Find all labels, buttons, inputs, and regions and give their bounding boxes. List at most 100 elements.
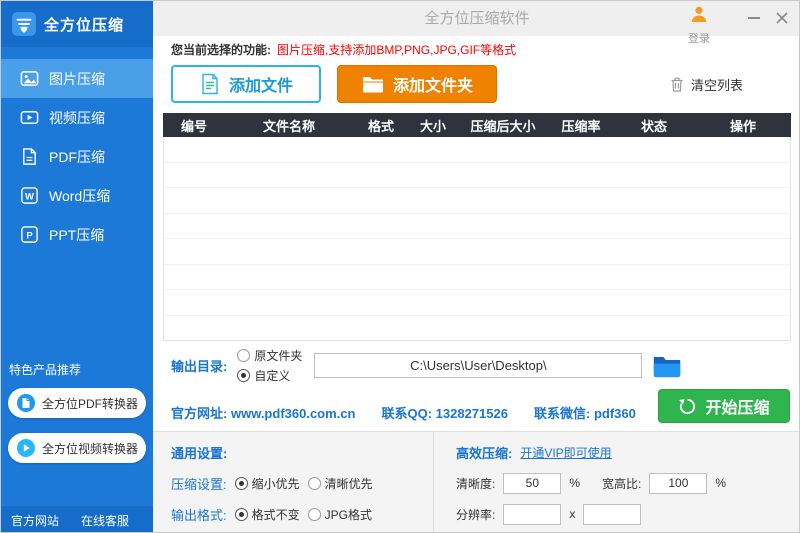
footer-link-online-service[interactable]: 在线客服 (81, 512, 129, 529)
svg-text:P: P (26, 230, 33, 241)
app-logo: 全方位压缩 (1, 1, 153, 47)
table-header: 状态 (640, 118, 667, 134)
add-file-button[interactable]: 添加文件 (171, 65, 321, 103)
table-header: 编号 (180, 118, 207, 134)
vip-link[interactable]: 开通VIP即可使用 (520, 444, 611, 461)
radio-format-unchanged[interactable]: 格式不变 (234, 506, 300, 523)
minimize-icon (748, 17, 760, 19)
radio-custom-folder-label: 自定义 (254, 369, 291, 383)
radio-size-first-label: 缩小优先 (251, 476, 300, 491)
sidebar-menu: 图片压缩 视频压缩 PDF压缩 W Word压缩 P PPT压缩 (1, 59, 153, 254)
radio-clarity-first-circle (307, 476, 321, 490)
login-button[interactable]: 登录 (677, 4, 721, 46)
table-header: 格式 (367, 118, 394, 134)
clarity-label: 清晰度: (456, 476, 496, 491)
clarity-input[interactable] (503, 472, 562, 494)
main-area: 全方位压缩软件 登录 您当前选择的功能: 图片压缩,支持添加BMP,PNG,JP… (153, 1, 799, 532)
radio-custom-folder[interactable]: 自定义 (237, 367, 302, 384)
table-header: 大小 (419, 118, 446, 134)
notice-bar: 您当前选择的功能: 图片压缩,支持添加BMP,PNG,JPG,GIF等格式 (171, 41, 516, 58)
product-video-converter-button[interactable]: 全方位视频转换器 (8, 433, 146, 463)
table-header-row: 编号 文件名称 格式 大小 压缩后大小 压缩率 状态 操作 (163, 113, 791, 137)
refresh-icon (678, 397, 697, 416)
table-header: 压缩后大小 (470, 118, 536, 134)
trash-icon (669, 76, 685, 93)
start-compress-button[interactable]: 开始压缩 (658, 389, 790, 423)
aspect-ratio-label: 宽高比: (602, 476, 642, 491)
resolution-x-separator: x (569, 507, 576, 521)
table-row (164, 239, 790, 265)
user-avatar-icon (689, 6, 709, 28)
output-format-label: 输出格式: (171, 507, 227, 523)
minimize-button[interactable] (743, 7, 765, 29)
table-row (164, 316, 790, 342)
general-settings-title: 通用设置: (171, 445, 228, 461)
radio-original-folder-circle (237, 349, 251, 362)
clarity-percent: % (569, 476, 581, 490)
radio-original-folder[interactable]: 原文件夹 (237, 347, 302, 364)
radio-clarity-first-label: 清晰优先 (324, 476, 373, 491)
table-row (164, 188, 790, 214)
radio-jpg-format-circle (307, 507, 321, 521)
close-button[interactable] (771, 7, 793, 29)
table-row (164, 214, 790, 239)
aspect-ratio-input[interactable] (649, 472, 708, 494)
table-row (164, 163, 790, 188)
titlebar: 全方位压缩软件 登录 (153, 1, 799, 45)
radio-format-unchanged-circle (234, 507, 248, 521)
contact-qq: 联系QQ: 1328271526 (381, 406, 508, 421)
app-logo-icon (11, 11, 37, 37)
resolution-height-input[interactable] (583, 503, 642, 525)
featured-title: 特色产品推荐 (9, 363, 82, 377)
sidebar-footer: 官方网站 在线客服 (1, 506, 153, 532)
product-pdf-converter-button[interactable]: 全方位PDF转换器 (8, 388, 146, 418)
browse-folder-icon[interactable] (652, 354, 682, 378)
table-row (164, 290, 790, 316)
radio-format-unchanged-label: 格式不变 (251, 507, 300, 522)
video-converter-icon (16, 438, 36, 458)
footer-link-official-site[interactable]: 官方网站 (11, 512, 59, 529)
sidebar-item-video-compress[interactable]: 视频压缩 (1, 98, 153, 137)
radio-clarity-first[interactable]: 清晰优先 (307, 475, 373, 492)
clear-list-button[interactable]: 清空列表 (669, 75, 743, 94)
table-body (163, 137, 791, 341)
efficient-settings: 高效压缩: 开通VIP即可使用 清晰度: % 宽高比: % 分辨率: x (434, 432, 799, 532)
table-header: 文件名称 (262, 118, 315, 134)
product-label: 全方位视频转换器 (42, 441, 139, 456)
sidebar-item-ppt-compress[interactable]: P PPT压缩 (1, 215, 153, 254)
start-compress-label: 开始压缩 (705, 400, 770, 417)
file-table: 编号 文件名称 格式 大小 压缩后大小 压缩率 状态 操作 (163, 113, 791, 341)
radio-size-first[interactable]: 缩小优先 (234, 475, 300, 492)
clear-list-label: 清空列表 (690, 77, 743, 93)
table-row (164, 265, 790, 290)
menu-label: 视频压缩 (49, 109, 105, 126)
add-folder-icon (361, 74, 385, 94)
resolution-width-input[interactable] (503, 503, 562, 525)
radio-original-folder-label: 原文件夹 (254, 349, 303, 363)
toolbar: 添加文件 添加文件夹 清空列表 (171, 63, 791, 105)
add-file-icon (199, 73, 221, 95)
menu-label: PDF压缩 (49, 148, 105, 165)
radio-jpg-format[interactable]: JPG格式 (307, 506, 372, 523)
radio-jpg-format-label: JPG格式 (324, 507, 372, 522)
output-path-input[interactable] (314, 353, 643, 378)
efficient-compression-label: 高效压缩: (456, 445, 513, 461)
sidebar-item-pdf-compress[interactable]: PDF压缩 (1, 137, 153, 176)
ppt-icon: P (19, 225, 39, 245)
general-settings: 通用设置: 压缩设置: 缩小优先 清晰优先 输出格式: 格式不变 JPG格式 (153, 432, 433, 532)
official-website: 官方网址: www.pdf360.com.cn (171, 406, 356, 421)
pdf-icon (19, 147, 39, 167)
image-icon (19, 69, 39, 89)
sidebar: 全方位压缩 图片压缩 视频压缩 PDF压缩 W Word压缩 P PPT压缩 特… (1, 1, 153, 532)
contact-wechat: 联系微信: pdf360 (533, 406, 636, 421)
notice-prefix: 您当前选择的功能: (171, 43, 271, 57)
word-icon: W (19, 186, 39, 206)
app-logo-text: 全方位压缩 (44, 16, 125, 34)
compression-setting-label: 压缩设置: (171, 476, 227, 492)
add-folder-button[interactable]: 添加文件夹 (337, 65, 497, 103)
contact-info-row: 官方网址: www.pdf360.com.cn 联系QQ: 1328271526… (171, 403, 636, 422)
sidebar-item-image-compress[interactable]: 图片压缩 (1, 59, 153, 98)
table-row (164, 137, 790, 163)
sidebar-item-word-compress[interactable]: W Word压缩 (1, 176, 153, 215)
menu-label: PPT压缩 (49, 226, 105, 243)
